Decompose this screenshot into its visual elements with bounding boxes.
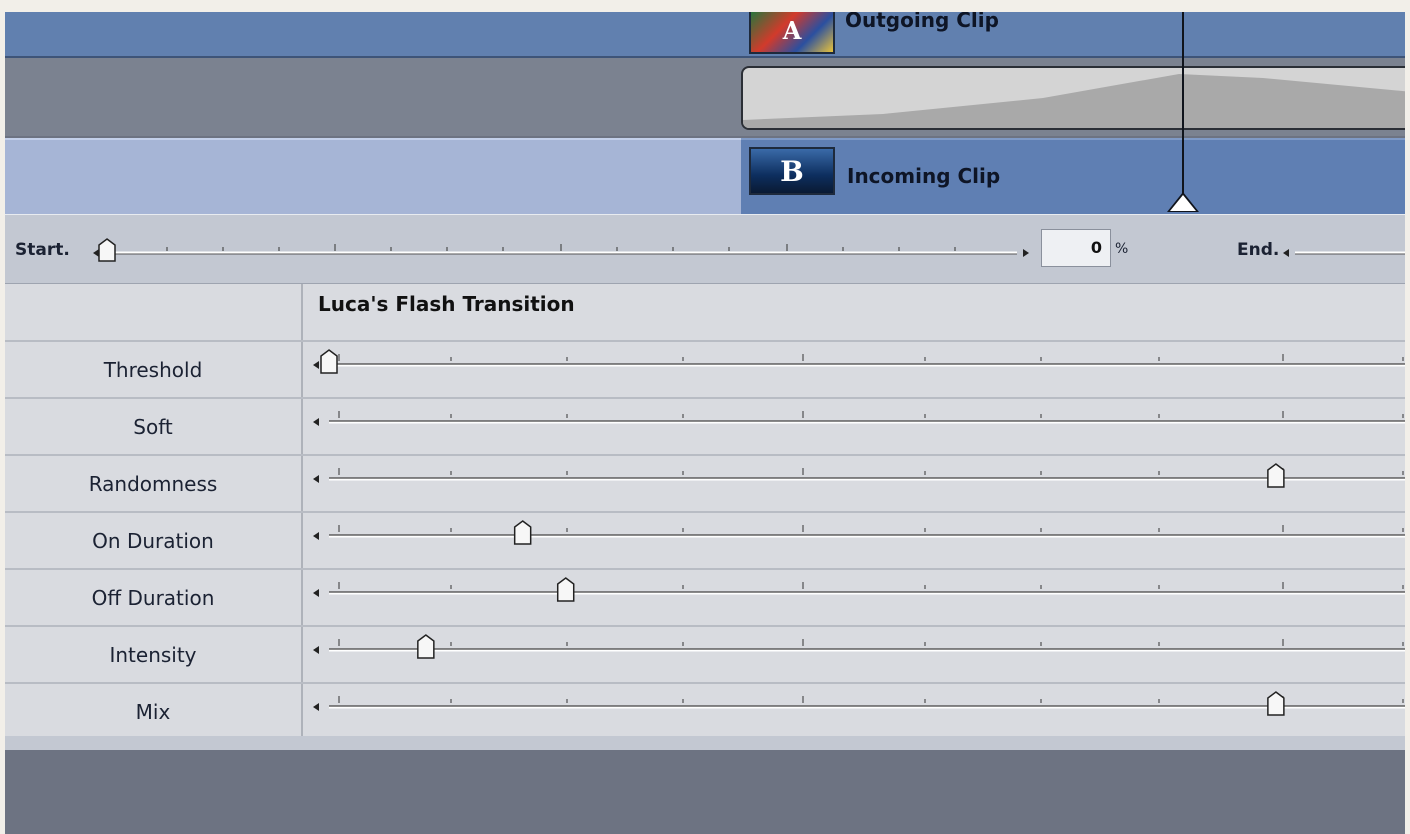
incoming-clip-thumbnail[interactable]: B: [749, 147, 835, 195]
slider-ticks: [329, 525, 1405, 538]
outgoing-thumb-letter: A: [782, 15, 802, 45]
parameter-row: Intensity: [5, 625, 1405, 683]
end-slider[interactable]: [1279, 233, 1405, 267]
incoming-track-empty: [5, 138, 741, 216]
parameter-row: Mix: [5, 682, 1405, 740]
slider-left-arrow[interactable]: [313, 703, 319, 711]
effect-title: Luca's Flash Transition: [318, 292, 575, 316]
slider-ticks: [329, 411, 1405, 424]
slider-ticks: [329, 468, 1405, 481]
percent-field[interactable]: 0: [1041, 229, 1111, 267]
parameter-slider[interactable]: [303, 456, 1405, 512]
slider-left-arrow[interactable]: [313, 418, 319, 426]
percent-symbol: %: [1115, 241, 1129, 257]
incoming-thumb-letter: B: [780, 154, 804, 188]
slider-thumb[interactable]: [320, 349, 338, 374]
start-label-text: Start: [15, 240, 64, 260]
start-slider-left-arrow[interactable]: [93, 249, 99, 257]
incoming-clip-label: Incoming Clip: [847, 164, 1001, 188]
slider-ticks: [329, 639, 1405, 652]
slider-thumb[interactable]: [1267, 463, 1285, 488]
end-label-text: End: [1237, 240, 1273, 260]
start-slider-right-arrow[interactable]: [1023, 249, 1029, 257]
transition-curve-graph: [743, 74, 1405, 128]
parameter-label: Off Duration: [91, 586, 215, 610]
parameter-row: Threshold: [5, 340, 1405, 398]
outgoing-clip-label: Outgoing Clip: [845, 12, 999, 32]
transition-curve[interactable]: [741, 66, 1405, 130]
slider-left-arrow[interactable]: [313, 475, 319, 483]
parameter-label: Intensity: [109, 643, 197, 667]
parameter-label: Soft: [133, 415, 173, 439]
slider-thumb[interactable]: [556, 577, 575, 602]
slider-left-arrow[interactable]: [313, 361, 319, 369]
slider-thumb[interactable]: [1267, 691, 1285, 716]
slider-ticks: [329, 354, 1405, 367]
parameter-slider[interactable]: [303, 570, 1405, 626]
parameter-slider[interactable]: [303, 399, 1405, 455]
parameter-row: Soft: [5, 397, 1405, 455]
slider-ticks: [329, 582, 1405, 595]
incoming-clip-track[interactable]: [741, 138, 1405, 216]
parameter-label: Randomness: [88, 472, 218, 496]
slider-left-arrow[interactable]: [313, 532, 319, 540]
parameter-slider[interactable]: [303, 684, 1405, 740]
effect-parameters-panel: Luca's Flash Transition Threshold Soft Ran…: [5, 284, 1405, 736]
transition-editor: A Outgoing Clip B Incoming Clip Start. 0…: [5, 12, 1405, 834]
slider-thumb[interactable]: [417, 634, 435, 659]
start-slider-thumb[interactable]: [98, 238, 116, 262]
end-slider-left-arrow[interactable]: [1283, 249, 1289, 257]
start-end-bar: Start. 0 % End.: [5, 214, 1405, 285]
parameter-row: Off Duration: [5, 568, 1405, 626]
outgoing-clip-track[interactable]: [5, 12, 1405, 58]
bottom-area: [5, 736, 1405, 834]
parameter-label: Threshold: [103, 358, 203, 382]
start-label: Start.: [15, 240, 70, 260]
slider-thumb[interactable]: [513, 520, 532, 545]
parameter-slider[interactable]: [303, 627, 1405, 683]
start-slider-ticks: [107, 244, 1017, 255]
outgoing-clip-thumbnail[interactable]: A: [749, 12, 835, 54]
playhead[interactable]: [1182, 12, 1184, 204]
end-label: End.: [1237, 240, 1280, 260]
playhead-handle[interactable]: [1170, 195, 1196, 211]
parameter-row: Randomness: [5, 454, 1405, 512]
parameter-label: On Duration: [92, 529, 214, 553]
start-slider[interactable]: [85, 233, 1035, 267]
slider-ticks: [329, 696, 1405, 709]
slider-left-arrow[interactable]: [313, 589, 319, 597]
parameter-slider[interactable]: [303, 342, 1405, 398]
parameter-row: On Duration: [5, 511, 1405, 569]
slider-left-arrow[interactable]: [313, 646, 319, 654]
parameter-slider[interactable]: [303, 513, 1405, 569]
parameter-label: Mix: [135, 700, 171, 724]
